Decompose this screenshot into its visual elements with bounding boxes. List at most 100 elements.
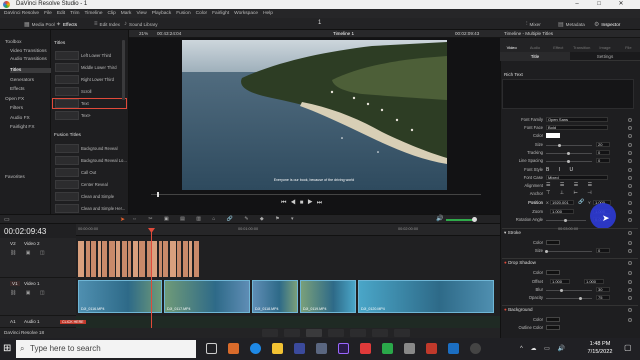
text-color-swatch[interactable] [546, 133, 560, 138]
sound-library-button[interactable]: ♪ Sound Library [124, 20, 158, 28]
playhead[interactable] [151, 230, 152, 328]
title-clip[interactable] [182, 241, 188, 277]
tree-item[interactable]: Filters [10, 106, 23, 111]
menu-item[interactable]: Fusion [176, 11, 190, 16]
menu-item[interactable]: Timeline [85, 11, 103, 16]
page-fusion[interactable] [328, 329, 344, 337]
timeline-name[interactable]: Timeline 1 [333, 31, 354, 36]
tracking-value[interactable]: 0 [596, 150, 610, 155]
zoom-x-value[interactable]: 1.000 [550, 209, 574, 214]
line-spacing-slider-knob[interactable] [567, 160, 570, 163]
font-family-select[interactable]: Open Sans [546, 117, 608, 122]
viewer-zoom[interactable]: 21% [139, 31, 148, 36]
title-clip[interactable] [108, 241, 115, 277]
video-clip[interactable]: DJI_0118.MP4 [252, 280, 298, 313]
reset-icon[interactable] [628, 118, 632, 122]
page-color[interactable] [350, 329, 366, 337]
tree-item[interactable]: Favorites [5, 175, 25, 180]
ds-opacity-value[interactable]: 75 [596, 295, 610, 300]
title-clip[interactable] [189, 241, 192, 277]
premiere-icon[interactable] [338, 343, 349, 354]
line-spacing-value[interactable]: 0 [596, 158, 610, 163]
reset-icon[interactable] [628, 126, 632, 130]
tracking-slider-knob[interactable] [567, 152, 570, 155]
page-fairlight[interactable] [372, 329, 388, 337]
tree-item[interactable]: Effects [10, 87, 25, 92]
file-explorer-icon[interactable] [272, 343, 283, 354]
title-clip[interactable] [91, 241, 96, 277]
tree-item[interactable]: Audio Transitions [10, 57, 47, 62]
mixer-button[interactable]: ⫶ Mixer [526, 20, 541, 28]
tab-title[interactable]: Title [500, 52, 570, 61]
rich-text-field[interactable] [502, 79, 634, 109]
ds-opacity-knob[interactable] [579, 297, 582, 300]
reset-icon[interactable] [628, 184, 632, 188]
edge-icon[interactable] [250, 343, 261, 354]
font-case-select[interactable]: Mixed [546, 175, 608, 180]
page-deliver[interactable] [394, 329, 410, 337]
reset-icon[interactable] [628, 261, 632, 265]
tree-item[interactable]: Fairlight FX [10, 125, 35, 130]
title-clip[interactable] [102, 241, 107, 277]
title-clip[interactable] [78, 241, 84, 277]
reset-icon[interactable] [628, 280, 632, 284]
taskbar-search-input[interactable]: Type here to search [16, 340, 196, 358]
video-clip[interactable]: DJI_0117.MP4 [164, 280, 250, 313]
notification-icon[interactable]: ▢ [624, 343, 632, 352]
menu-item[interactable]: File [44, 11, 52, 16]
inspector-tab[interactable]: Audio [523, 38, 546, 52]
close-icon[interactable]: ✕ [612, 0, 630, 9]
clock-time[interactable]: 1:48 PM [582, 341, 618, 347]
app-icon[interactable] [360, 343, 371, 354]
title-clip[interactable] [128, 241, 131, 277]
stroke-header[interactable]: ▾ Stroke [504, 230, 521, 236]
resolve-taskbar-icon[interactable] [470, 343, 481, 354]
inspector-tab[interactable]: File [617, 38, 640, 52]
viewer-scrub-handle[interactable] [157, 192, 159, 197]
page-cut[interactable] [284, 329, 300, 337]
video-clip[interactable]: DJI_0116.MP4 [78, 280, 162, 313]
fusion-title-label[interactable]: Clean and Simple Her... [81, 206, 125, 211]
page-media[interactable] [262, 329, 278, 337]
tree-item[interactable]: Open FX [5, 97, 24, 102]
ds-blur-slider[interactable] [546, 290, 592, 291]
app-icon[interactable] [404, 343, 415, 354]
title-clip[interactable] [193, 241, 199, 277]
minimize-icon[interactable]: – [568, 0, 586, 9]
fusion-title-label[interactable]: Center Reveal [81, 182, 108, 187]
viewer-scrubber[interactable] [151, 194, 481, 195]
rotation-slider-knob[interactable] [564, 219, 567, 222]
layout-icon[interactable]: ▭ [4, 216, 10, 223]
reset-icon[interactable] [628, 249, 632, 253]
inspector-tab[interactable]: Effect [547, 38, 570, 52]
app-icon[interactable] [426, 343, 437, 354]
reset-icon[interactable] [628, 159, 632, 163]
fusion-title-label[interactable]: Call Out [81, 170, 96, 175]
edit-index-button[interactable]: ≡ Edit Index [94, 20, 120, 28]
inspector-button[interactable]: ⚙ Inspector [594, 20, 620, 28]
menu-item[interactable]: DaVinci Resolve [4, 11, 39, 16]
reset-icon[interactable] [628, 318, 632, 322]
speaker-icon[interactable]: 🔊 [436, 215, 443, 222]
title-clip[interactable] [116, 241, 120, 277]
teams-icon[interactable] [294, 343, 305, 354]
stroke-color-swatch[interactable] [546, 240, 560, 245]
reset-icon[interactable] [628, 134, 632, 138]
size-value[interactable]: 20 [596, 142, 610, 147]
bg-color-swatch[interactable] [546, 317, 560, 322]
task-view-icon[interactable] [206, 343, 217, 354]
title-clip[interactable] [121, 241, 127, 277]
maximize-icon[interactable]: □ [590, 0, 608, 9]
menu-item[interactable]: Color [196, 11, 207, 16]
title-clip[interactable] [139, 241, 145, 277]
reset-icon[interactable] [628, 151, 632, 155]
tree-item[interactable]: Generators [10, 78, 34, 83]
video-clip[interactable]: DJI_0120.MP4 [358, 280, 494, 313]
track-name[interactable]: Video 1 [24, 281, 40, 286]
track-name[interactable]: Audio 1 [24, 319, 40, 324]
timeline-ruler[interactable]: 00:00:00:00 00:01:00:00 00:02:00:00 00:03:0… [76, 224, 578, 236]
inspector-tab[interactable]: Video [500, 38, 523, 52]
reset-icon[interactable] [628, 210, 632, 214]
reset-icon[interactable] [628, 143, 632, 147]
reset-icon[interactable] [628, 271, 632, 275]
